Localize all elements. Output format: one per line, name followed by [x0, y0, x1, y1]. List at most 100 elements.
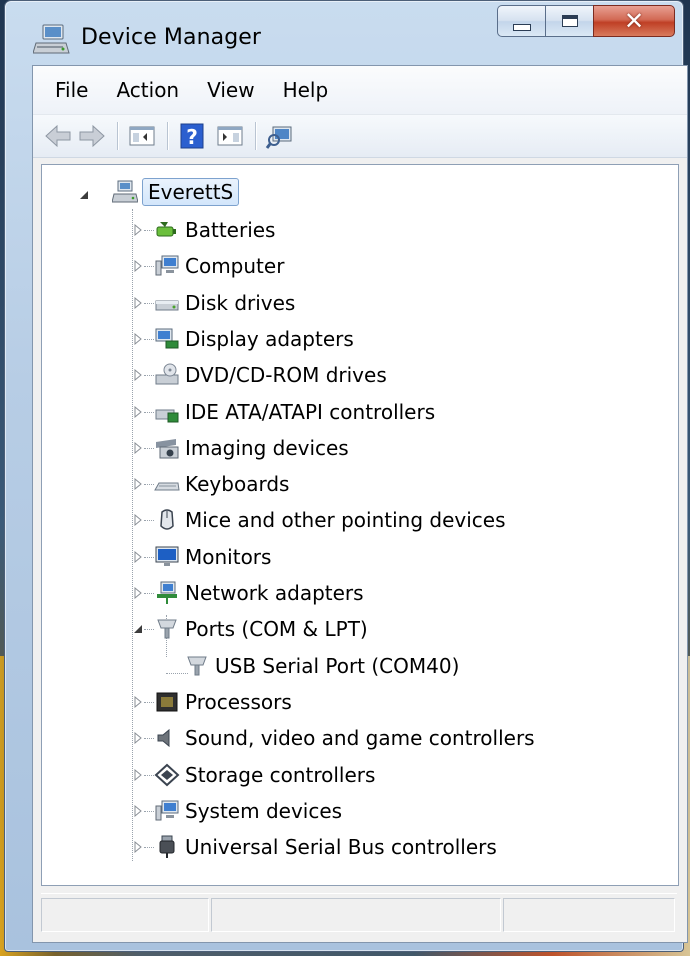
- expand-triangle-icon[interactable]: [132, 550, 144, 563]
- tree-category-row[interactable]: Monitors: [42, 542, 662, 572]
- expand-triangle-icon[interactable]: [132, 260, 144, 273]
- tree-category-row[interactable]: Display adapters: [42, 324, 662, 354]
- expand-triangle-icon[interactable]: [132, 224, 144, 236]
- expand-triangle-icon[interactable]: [132, 514, 144, 527]
- tree-category-label: System devices: [185, 798, 343, 823]
- status-cell: [41, 898, 209, 932]
- menu-help[interactable]: Help: [269, 66, 343, 114]
- tree-category-label: Imaging devices: [185, 435, 349, 460]
- tree-category-row[interactable]: Computer: [42, 251, 662, 281]
- expand-triangle-icon[interactable]: [132, 296, 144, 309]
- tree-category-label: Sound, video and game controllers: [185, 726, 535, 751]
- maximize-icon: [561, 15, 578, 27]
- tree-category-row[interactable]: Ports (COM & LPT): [42, 614, 662, 644]
- toolbar-separator: [167, 122, 169, 150]
- tree-category-row[interactable]: IDE ATA/ATAPI controllers: [42, 397, 662, 427]
- tree-connector: [144, 230, 154, 232]
- device-manager-icon: [33, 24, 70, 54]
- tree-connector: [144, 593, 154, 595]
- device-manager-window: Device Manager ✕ File Action View Help ?…: [4, 0, 688, 952]
- forward-arrow-icon[interactable]: [77, 121, 107, 151]
- expand-triangle-icon[interactable]: [132, 332, 144, 345]
- processor-icon: [156, 692, 178, 712]
- toolbar: ?: [33, 115, 687, 158]
- maximize-button[interactable]: [545, 5, 593, 37]
- svg-text:?: ?: [186, 125, 198, 149]
- client-area: File Action View Help ? EverettS Batteri…: [32, 65, 688, 943]
- minimize-button[interactable]: [497, 5, 545, 37]
- tree-category-row[interactable]: Mice and other pointing devices: [42, 505, 662, 535]
- tree-category-label: DVD/CD-ROM drives: [185, 363, 387, 388]
- tree-root-label: EverettS: [142, 178, 240, 206]
- tree-connector: [144, 847, 154, 849]
- tree-category-row[interactable]: Disk drives: [42, 288, 662, 318]
- tree-category-label: Batteries: [185, 218, 276, 242]
- computer-icon: [155, 255, 179, 276]
- back-arrow-icon[interactable]: [43, 121, 73, 151]
- menu-bar: File Action View Help: [33, 66, 687, 115]
- tree-connector: [144, 629, 154, 631]
- mouse-icon: [160, 509, 174, 531]
- expand-triangle-icon[interactable]: [132, 369, 144, 382]
- menu-action[interactable]: Action: [102, 66, 193, 114]
- menu-file[interactable]: File: [41, 66, 102, 114]
- properties-pane-icon[interactable]: [215, 121, 245, 151]
- minimize-icon: [512, 23, 531, 31]
- tree-device-label: USB Serial Port (COM40): [215, 653, 460, 678]
- expand-triangle-icon[interactable]: [132, 768, 144, 781]
- collapse-triangle-icon[interactable]: [78, 189, 90, 201]
- tree-category-label: Mice and other pointing devices: [185, 508, 506, 533]
- tree-connector: [144, 375, 154, 377]
- tree-category-label: Ports (COM & LPT): [185, 617, 368, 642]
- status-cell: [211, 898, 501, 932]
- show-hide-console-tree-icon[interactable]: [127, 121, 157, 151]
- close-button[interactable]: ✕: [593, 5, 675, 37]
- tree-category-row[interactable]: Imaging devices: [42, 433, 662, 463]
- tree-category-row[interactable]: Universal Serial Bus controllers: [42, 832, 662, 862]
- tree-category-label: Keyboards: [185, 472, 290, 497]
- storage-controller-icon: [154, 763, 180, 786]
- tree-connector: [144, 302, 154, 305]
- expand-triangle-icon[interactable]: [132, 732, 144, 745]
- camera-icon: [156, 438, 179, 459]
- help-icon[interactable]: ?: [177, 121, 207, 151]
- expand-triangle-icon[interactable]: [132, 804, 144, 817]
- tree-connector: [144, 484, 154, 486]
- tree-category-row[interactable]: DVD/CD-ROM drives: [42, 360, 662, 390]
- expand-triangle-icon[interactable]: [132, 441, 144, 454]
- tree-connector: [144, 738, 154, 740]
- close-icon: ✕: [623, 7, 645, 35]
- tree-connector: [144, 701, 154, 704]
- dvd-drive-icon: [155, 363, 179, 385]
- menu-view[interactable]: View: [193, 66, 268, 114]
- tree-connector: [144, 556, 154, 559]
- tree-connector: [144, 266, 154, 268]
- expand-triangle-icon[interactable]: [132, 841, 144, 854]
- tree-device-row[interactable]: USB Serial Port (COM40): [42, 651, 662, 681]
- expand-triangle-icon[interactable]: [132, 478, 144, 491]
- expand-triangle-icon[interactable]: [132, 587, 144, 599]
- tree-category-label: IDE ATA/ATAPI controllers: [185, 399, 436, 424]
- tree-category-row[interactable]: Processors: [42, 687, 662, 717]
- tree-category-row[interactable]: Storage controllers: [42, 760, 662, 790]
- tree-category-row[interactable]: System devices: [42, 796, 662, 826]
- collapse-triangle-icon[interactable]: [132, 623, 144, 635]
- tree-root-row[interactable]: EverettS: [42, 178, 642, 209]
- ide-controller-icon: [155, 409, 179, 422]
- network-adapter-icon: [157, 581, 177, 604]
- tree-category-row[interactable]: Sound, video and game controllers: [42, 723, 662, 753]
- monitor-icon: [155, 546, 179, 566]
- tree-category-label: Universal Serial Bus controllers: [185, 835, 497, 860]
- tree-category-row[interactable]: Batteries: [42, 215, 662, 245]
- expand-triangle-icon[interactable]: [132, 695, 144, 708]
- status-cell: [503, 898, 675, 932]
- scan-hardware-icon[interactable]: [265, 121, 295, 151]
- tree-category-row[interactable]: Network adapters: [42, 578, 662, 608]
- status-bar: [41, 893, 677, 936]
- expand-triangle-icon[interactable]: [132, 405, 144, 418]
- device-tree[interactable]: EverettS Batteries Computer Disk drives Dis…: [41, 164, 679, 886]
- tree-category-label: Network adapters: [185, 581, 364, 605]
- tree-category-row[interactable]: Keyboards: [42, 469, 662, 499]
- usb-icon: [159, 835, 175, 859]
- tree-connector: [144, 338, 154, 341]
